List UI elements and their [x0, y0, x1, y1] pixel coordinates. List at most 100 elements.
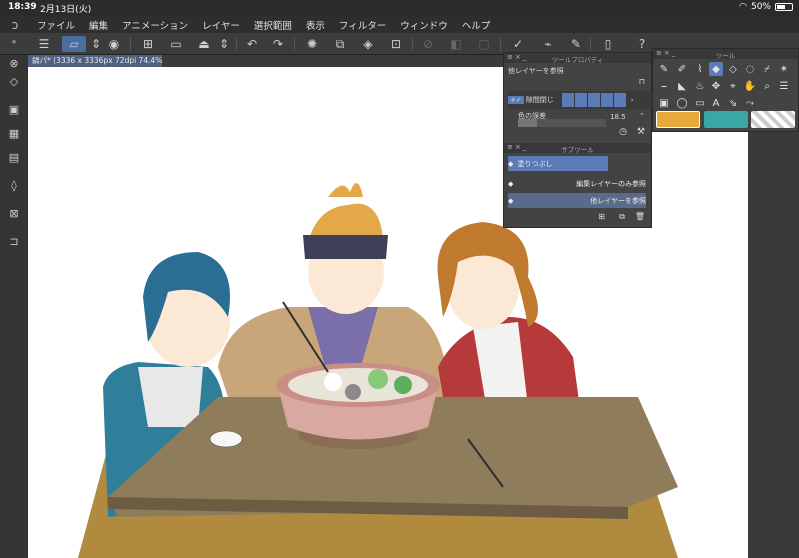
menu-selection[interactable]: 選択範囲 [247, 18, 299, 32]
hand-tool-icon[interactable]: ✋ [743, 79, 757, 93]
grid-icon[interactable]: ▦ [6, 125, 22, 141]
material-icon[interactable]: ▣ [6, 101, 22, 117]
brush-icon[interactable]: ⌁ [540, 36, 556, 52]
blend-tool-icon[interactable]: ♨ [693, 79, 707, 93]
pen-tool-icon[interactable]: ✎ [657, 62, 671, 76]
correct-line-tool-icon[interactable]: ⤳ [743, 96, 757, 110]
new-file-icon[interactable]: ⊞ [140, 36, 156, 52]
save-icon[interactable]: ⏏ [196, 36, 212, 52]
subtool-item-fill[interactable]: ◆ 塗りつぶし [508, 156, 608, 171]
status-date: 2月13日(火) [40, 5, 92, 15]
menu-edit[interactable]: 編集 [82, 18, 115, 32]
text-tool-icon[interactable]: A [709, 96, 723, 110]
balloon-tool-icon[interactable]: ▭ [693, 96, 707, 110]
lasso-tool-icon[interactable]: ◌ [743, 62, 757, 76]
gap-close-levels[interactable] [561, 93, 626, 107]
tool-property-title: ツールプロパティ [551, 56, 604, 64]
settings-icon[interactable]: ◷ [619, 127, 627, 137]
refer-label: 他レイヤーを参照 [508, 67, 564, 75]
magic-wand-tool-icon[interactable]: ✴ [777, 62, 791, 76]
invert-icon[interactable]: ◧ [448, 36, 464, 52]
delete-subtool-icon[interactable]: 🗑 [635, 212, 645, 221]
crop-icon[interactable]: ⊡ [388, 36, 404, 52]
fill-icon[interactable]: ◈ [360, 36, 376, 52]
stepper-icon[interactable]: ⌃ [639, 112, 645, 120]
document-tab[interactable]: 鍋パ* (3336 x 3336px 72dpi 74.4%) [28, 55, 162, 67]
wrench-icon[interactable]: ⚒ [637, 127, 645, 137]
menu-view[interactable]: 表示 [299, 18, 332, 32]
eyedropper-tool-icon[interactable]: ⌿ [760, 62, 774, 76]
menu-file[interactable]: ファイル [30, 18, 82, 32]
chevron-right-icon[interactable]: › [631, 96, 634, 104]
main-color-swatch[interactable] [656, 111, 700, 128]
zoom-tool-icon[interactable]: ⌕ [760, 79, 774, 93]
history-icon[interactable]: ▤ [6, 149, 22, 165]
figure-tool-icon[interactable]: ◯ [675, 96, 689, 110]
eye-icon[interactable]: ◉ [106, 36, 122, 52]
pencil-icon[interactable]: ✎ [568, 36, 584, 52]
clear-icon[interactable]: ⊠ [6, 205, 22, 221]
menu-animation[interactable]: アニメーション [115, 18, 195, 32]
subtool-title: サブツール [561, 146, 594, 154]
inbox-icon[interactable]: ⊐ [6, 233, 22, 249]
subtool-item-other-layer[interactable]: ◆ 他レイヤーを参照 [508, 193, 646, 208]
navigator-icon[interactable]: ⊗ [6, 55, 22, 71]
gap-close-checkbox[interactable]: +✓ [508, 96, 524, 104]
canvas-icon[interactable]: ▱ [62, 36, 86, 52]
menu-window[interactable]: ウィンドウ [393, 18, 455, 32]
decoration-tool-icon[interactable]: ⎯ [657, 79, 671, 93]
color-margin-slider[interactable] [518, 119, 606, 127]
menu-icon[interactable]: ☰ [36, 36, 52, 52]
deselect-icon[interactable]: ⊘ [420, 36, 436, 52]
help-icon[interactable]: ? [634, 36, 650, 52]
layer-property-icon[interactable]: ◊ [6, 177, 22, 193]
menu-help[interactable]: ヘルプ [455, 18, 498, 32]
up-down-icon[interactable]: ⇕ [88, 36, 104, 52]
sub-color-swatch[interactable] [704, 111, 748, 128]
subtool-header: ≡×_ サブツール [504, 143, 651, 154]
layers-icon[interactable]: ◇ [6, 73, 22, 89]
gap-close-row: +✓ 隙間閉じ › [508, 91, 652, 109]
device-icon[interactable]: ▯ [600, 36, 616, 52]
save-updown-icon[interactable]: ⇕ [216, 36, 232, 52]
lock-icon[interactable]: ⊓ [639, 77, 645, 86]
undo-icon[interactable]: ↶ [244, 36, 260, 52]
select-all-icon[interactable]: ▢ [476, 36, 492, 52]
color-margin-value[interactable]: 18.5 [610, 113, 626, 121]
ruler-tool-icon[interactable]: ☰ [777, 79, 791, 93]
transparent-color-swatch[interactable] [751, 111, 795, 128]
subtool-item-edit-layer[interactable]: ◆ 編集レイヤーのみ参照 [508, 176, 646, 191]
tool-palette-title: ツール [715, 52, 736, 60]
wifi-icon: ◠ [739, 2, 747, 12]
transform-icon[interactable]: ⧉ [332, 36, 348, 52]
loading-icon[interactable]: ✺ [304, 36, 320, 52]
add-subtool-icon[interactable]: ⊞ [598, 212, 605, 221]
status-bar: 18:39 2月13日(火) ◠ 50% [0, 0, 799, 16]
frame-tool-icon[interactable]: ▣ [657, 96, 671, 110]
redo-icon[interactable]: ↷ [270, 36, 286, 52]
duplicate-subtool-icon[interactable]: ⧉ [619, 212, 625, 222]
open-icon[interactable]: ▭ [168, 36, 184, 52]
move-tool-icon[interactable]: ✥ [709, 79, 723, 93]
menu-layer[interactable]: レイヤー [195, 18, 247, 32]
collapse-icon[interactable]: « [6, 33, 22, 49]
subtool-item-label: 塗りつぶし [517, 159, 553, 168]
app-logo-icon[interactable]: ↄ [0, 18, 30, 32]
line-tool-icon[interactable]: ⇘ [726, 96, 740, 110]
gradient-tool-icon[interactable]: ◣ [675, 79, 689, 93]
object-tool-icon[interactable]: ⌖ [726, 79, 740, 93]
tool-property-panel: ≡×_ ツールプロパティ 他レイヤーを参照 ⊓ +✓ 隙間閉じ › 色の誤差 1… [503, 52, 652, 228]
battery-percent: 50% [750, 2, 771, 12]
eraser-tool-icon[interactable]: ◇ [726, 62, 740, 76]
fill-tool-icon[interactable]: ◆ [709, 62, 723, 76]
menu-filter[interactable]: フィルター [332, 18, 393, 32]
left-toolbar: « ⊗ ◇ ▣ ▦ ▤ ◊ ⊠ ⊐ [0, 37, 28, 558]
pencil-tool-icon[interactable]: ✐ [675, 62, 689, 76]
subtool-item-label: 編集レイヤーのみ参照 [576, 179, 646, 188]
fill-bucket-icon: ◆ [508, 159, 514, 168]
pen-icon[interactable]: ✓ [510, 36, 526, 52]
brush-tool-icon[interactable]: ⌇ [693, 62, 707, 76]
status-right: ◠ 50% [739, 2, 793, 12]
gap-close-label: 隙間閉じ [525, 96, 554, 104]
tool-palette-header: ≡×_ ツール [653, 49, 798, 60]
